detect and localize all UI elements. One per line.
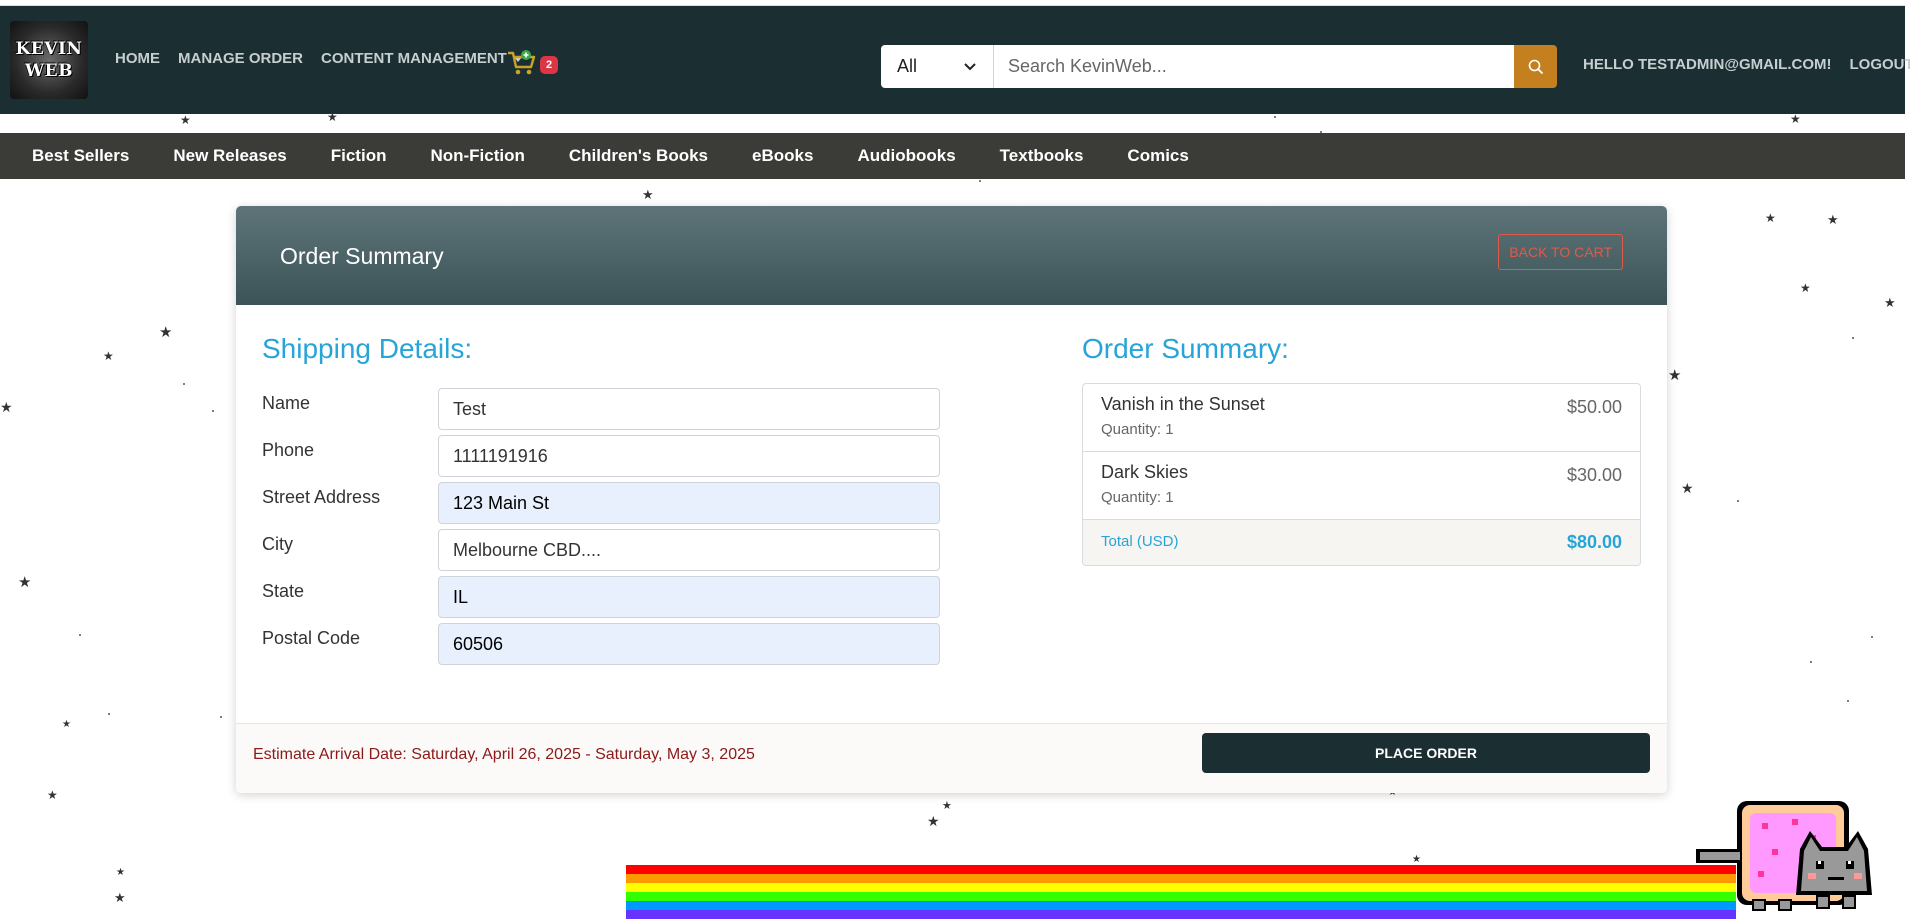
star-icon: ★ — [62, 719, 71, 730]
place-order-button[interactable]: PLACE ORDER — [1202, 733, 1650, 773]
postal-code-field[interactable] — [438, 623, 940, 665]
nav-content-management-dropdown[interactable]: CONTENT MANAGEMENT — [321, 50, 522, 67]
star-icon: ★ — [159, 324, 173, 341]
back-to-cart-button[interactable]: BACK TO CART — [1498, 234, 1623, 270]
postal-code-row: Postal Code — [262, 623, 942, 667]
star-icon: ★ — [1412, 854, 1421, 865]
name-field[interactable] — [438, 388, 940, 430]
category-new-releases[interactable]: New Releases — [173, 146, 286, 166]
item-name: Dark Skies — [1101, 462, 1189, 482]
cart-count-badge: 2 — [540, 56, 559, 74]
name-row: Name — [262, 388, 942, 432]
category-textbooks[interactable]: Textbooks — [1000, 146, 1084, 166]
logo-line-2: WEB — [25, 61, 73, 81]
chevron-down-icon — [964, 62, 976, 70]
street-address-field[interactable] — [438, 482, 940, 524]
search-input[interactable] — [994, 45, 1514, 88]
logo-line-1: KEVIN — [15, 39, 83, 59]
total-value: $80.00 — [1566, 532, 1622, 552]
star-icon: ★ — [327, 110, 338, 124]
star-icon: ★ — [1765, 211, 1776, 225]
item-price: $30.00 — [1566, 465, 1622, 485]
user-links: HELLO TESTADMIN@GMAIL.COM! LOGOUT — [1583, 56, 1910, 73]
top-navbar: KEVIN WEB HOME MANAGE ORDER CONTENT MANA… — [0, 6, 1910, 114]
order-summary-heading: Order Summary: — [1082, 333, 1289, 364]
phone-label: Phone — [262, 440, 315, 460]
nav-manage-order-link[interactable]: MANAGE ORDER — [178, 50, 303, 67]
star-icon: ★ — [1790, 112, 1801, 126]
state-label: State — [262, 581, 305, 601]
city-field[interactable] — [438, 529, 940, 571]
card-header: Order Summary BACK TO CART — [236, 206, 1667, 305]
city-label: City — [262, 534, 293, 554]
item-quantity: Quantity: 1 — [1101, 489, 1174, 506]
search-button[interactable] — [1514, 45, 1557, 88]
logout-link[interactable]: LOGOUT — [1850, 56, 1910, 73]
star-icon: ★ — [1800, 281, 1811, 295]
star-icon: ★ — [642, 187, 654, 202]
search-icon — [1528, 59, 1543, 74]
state-field[interactable] — [438, 576, 940, 618]
nav-content-management-label: CONTENT MANAGEMENT — [321, 50, 507, 67]
star-icon: ★ — [942, 800, 952, 812]
category-ebooks[interactable]: eBooks — [752, 146, 813, 166]
search-bar: All — [881, 45, 1557, 88]
item-price: $50.00 — [1566, 397, 1622, 417]
state-row: State — [262, 576, 942, 620]
star-icon: ★ — [1884, 295, 1896, 310]
street-label: Street Address — [262, 487, 381, 507]
star-icon: ★ — [18, 574, 32, 591]
category-bar: Best Sellers New Releases Fiction Non-Fi… — [0, 133, 1905, 179]
city-row: City — [262, 529, 942, 573]
user-greeting-link[interactable]: HELLO TESTADMIN@GMAIL.COM! — [1583, 56, 1832, 73]
card-footer: Estimate Arrival Date: Saturday, April 2… — [236, 723, 1667, 793]
total-row: Total (USD) $80.00 — [1083, 520, 1640, 565]
street-row: Street Address — [262, 482, 942, 526]
rainbow-trail-image — [626, 865, 1736, 919]
category-audiobooks[interactable]: Audiobooks — [857, 146, 955, 166]
star-icon: ★ — [927, 813, 940, 829]
star-icon: ★ — [1681, 480, 1694, 496]
phone-row: Phone — [262, 435, 942, 479]
phone-field[interactable] — [438, 435, 940, 477]
category-comics[interactable]: Comics — [1127, 146, 1188, 166]
order-summary-card: Order Summary BACK TO CART Shipping Deta… — [236, 206, 1667, 793]
postal-code-label: Postal Code — [262, 628, 361, 648]
star-icon: ★ — [1827, 212, 1839, 227]
item-name: Vanish in the Sunset — [1101, 394, 1265, 414]
nyan-cat-image — [1696, 801, 1872, 911]
cart-button[interactable]: 2 — [507, 48, 563, 78]
star-icon: ★ — [103, 349, 114, 363]
star-icon: ★ — [47, 788, 58, 802]
site-logo[interactable]: KEVIN WEB — [10, 21, 88, 99]
name-label: Name — [262, 393, 311, 413]
category-fiction[interactable]: Fiction — [331, 146, 387, 166]
search-category-value: All — [897, 56, 918, 76]
cart-icon — [508, 50, 536, 75]
star-icon: ★ — [1668, 367, 1682, 384]
main-nav: HOME MANAGE ORDER CONTENT MANAGEMENT — [115, 50, 522, 67]
star-icon: ★ — [116, 867, 125, 878]
order-summary-list: Vanish in the Sunset Quantity: 1 $50.00 … — [1082, 383, 1641, 566]
item-quantity: Quantity: 1 — [1101, 421, 1174, 438]
star-icon: ★ — [180, 113, 191, 127]
list-item: Dark Skies Quantity: 1 $30.00 — [1083, 452, 1640, 520]
category-childrens-books[interactable]: Children's Books — [569, 146, 708, 166]
nav-home-link[interactable]: HOME — [115, 50, 160, 67]
search-category-select[interactable]: All — [881, 45, 994, 88]
page-title: Order Summary — [280, 243, 444, 269]
category-best-sellers[interactable]: Best Sellers — [32, 146, 129, 166]
category-non-fiction[interactable]: Non-Fiction — [430, 146, 524, 166]
star-icon: ★ — [0, 399, 13, 415]
estimated-arrival-text: Estimate Arrival Date: Saturday, April 2… — [253, 746, 755, 763]
list-item: Vanish in the Sunset Quantity: 1 $50.00 — [1083, 384, 1640, 452]
total-label: Total (USD) — [1101, 533, 1179, 550]
star-icon: ★ — [114, 890, 126, 905]
shipping-details-heading: Shipping Details: — [262, 333, 473, 364]
